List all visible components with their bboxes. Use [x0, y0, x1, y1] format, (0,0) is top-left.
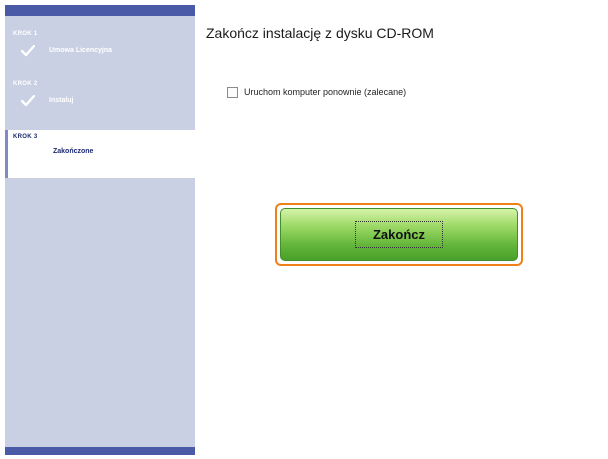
step-1: KROK 1 Umowa Licencyjna	[5, 27, 195, 69]
step-2-number: KROK 2	[13, 81, 38, 87]
restart-option[interactable]: Uruchom komputer ponownie (zalecane)	[227, 85, 406, 99]
page-title: Zakończ instalację z dysku CD-ROM	[206, 25, 434, 41]
finish-button[interactable]: Zakończ	[280, 208, 518, 261]
checkmark-icon	[21, 45, 35, 57]
restart-checkbox[interactable]	[227, 86, 238, 98]
sidebar-bottom-bar	[5, 447, 195, 455]
checkmark-icon	[21, 95, 35, 107]
step-3-number: KROK 3	[13, 134, 38, 140]
steps-sidebar: KROK 1 Umowa Licencyjna KROK 2 Instaluj …	[5, 5, 195, 455]
restart-checkbox-label[interactable]: Uruchom komputer ponownie (zalecane)	[244, 87, 406, 97]
step-1-number: KROK 1	[13, 31, 38, 37]
step-3-name: Zakończone	[53, 148, 94, 155]
sidebar-top-bar	[5, 5, 195, 16]
step-2: KROK 2 Instaluj	[5, 77, 195, 119]
step-2-name: Instaluj	[49, 97, 74, 104]
step-3-active: KROK 3 Zakończone	[5, 130, 195, 178]
step-1-name: Umowa Licencyjna	[49, 47, 113, 54]
finish-button-label[interactable]: Zakończ	[373, 227, 425, 242]
